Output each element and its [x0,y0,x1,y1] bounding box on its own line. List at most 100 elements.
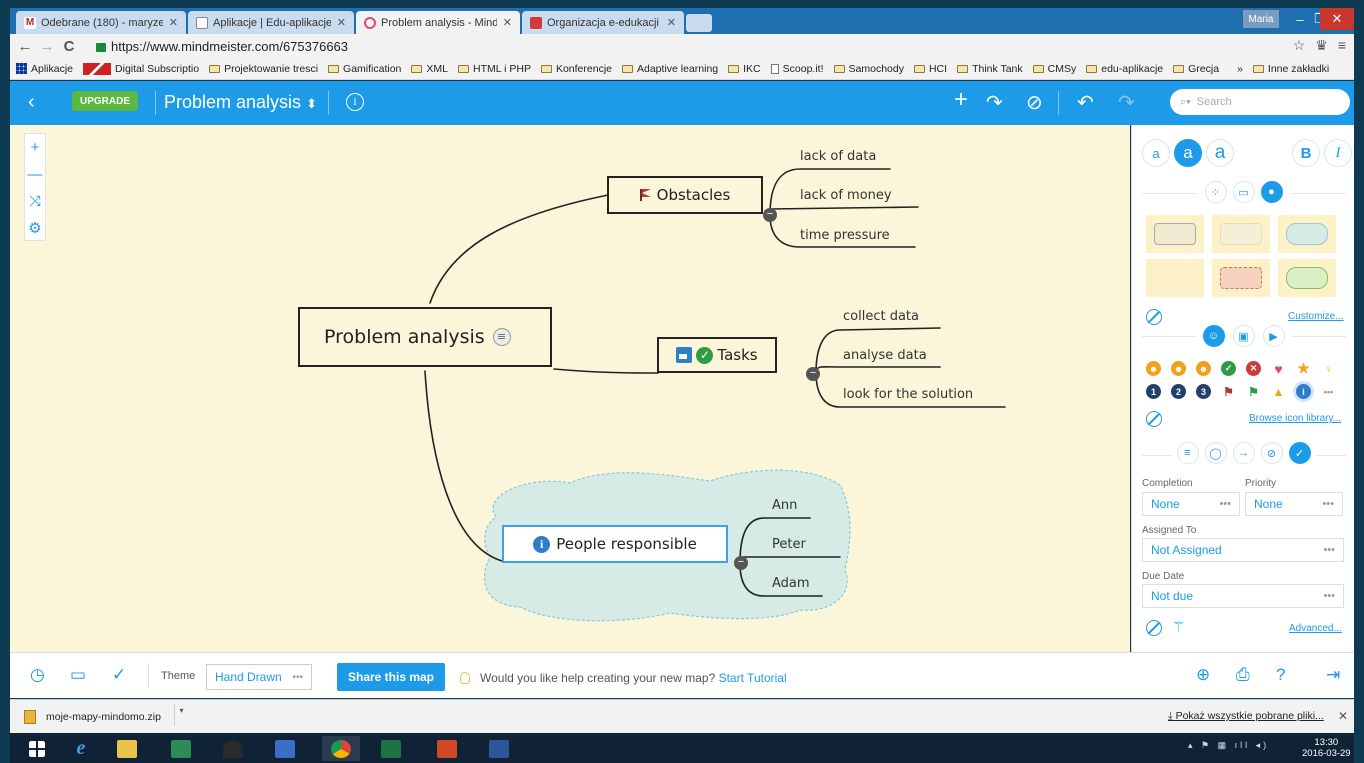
bookmark-folder[interactable]: HCI [913,63,947,75]
browse-icon-library-link[interactable]: Browse icon library... [1249,413,1341,424]
forward-arrow-icon[interactable]: → [36,38,58,55]
app-window-icon[interactable] [266,736,304,761]
topic-analyse-data[interactable]: analyse data [843,348,927,363]
close-download-shelf-icon[interactable]: ✕ [1338,709,1348,723]
number-2-icon[interactable]: 2 [1171,384,1186,399]
help-icon[interactable]: ? [1276,665,1285,685]
green-flag-icon[interactable]: ⚑ [1246,384,1261,399]
bookmarks-overflow-button[interactable]: » [1237,63,1243,75]
bulb-icon[interactable]: ♀ [1321,361,1336,376]
collapse-toggle[interactable]: − [763,208,777,222]
back-chevron-icon[interactable]: ‹ [28,91,35,114]
tasks-check-icon[interactable]: ✓ [112,665,126,685]
start-tutorial-link[interactable]: Start Tutorial [719,671,787,685]
priority-select[interactable]: None ••• [1245,492,1343,516]
warning-icon[interactable]: ▲ [1271,384,1286,399]
bookmark-folder[interactable]: Samochody [833,63,904,75]
system-tray[interactable]: ▴ ⚑ ▦ ıll ◂) [1188,740,1269,751]
download-icon[interactable]: ⊕ [1196,665,1210,685]
close-tab-icon[interactable]: ✕ [503,16,512,29]
customize-link[interactable]: Customize... [1288,311,1344,322]
borders-tab-icon[interactable]: ● [1260,181,1283,203]
topic-adam[interactable]: Adam [772,576,810,591]
new-tab-button[interactable] [686,14,712,32]
topic-tasks[interactable]: ✓ Tasks [657,337,777,373]
connect-icon[interactable]: ↷ [986,90,1003,115]
bookmark-folder[interactable]: Gamification [328,63,401,75]
close-tab-icon[interactable]: ✕ [667,16,676,29]
topic-peter[interactable]: Peter [772,537,806,552]
assigned-select[interactable]: Not Assigned ••• [1142,538,1344,562]
browser-tab-organizacja[interactable]: Organizacja e-edukacji ✕ [522,11,684,34]
show-all-downloads-link[interactable]: ⤓ Pokaż wszystkie pobrane pliki... [1168,710,1324,723]
task-check-tab-icon[interactable]: ✓ [1288,442,1311,464]
download-item[interactable]: moje-mapy-mindomo.zip [16,705,196,729]
undo-icon[interactable]: ↶ [1077,90,1094,115]
shape-option-cloud-blue[interactable] [1278,215,1336,253]
browser-tab-aplikacje[interactable]: Aplikacje | Edu-aplikacje ✕ [188,11,354,34]
heart-icon[interactable]: ♥ [1271,361,1286,377]
bookmark-folder[interactable]: CMSy [1032,63,1076,75]
store-icon[interactable] [162,736,200,761]
topic-lack-of-money[interactable]: lack of money [800,188,892,203]
more-icons-icon[interactable]: ••• [1321,384,1336,399]
number-3-icon[interactable]: 3 [1196,384,1211,399]
shape-option-dotted[interactable] [1212,259,1270,297]
history-icon[interactable]: ◷ [30,665,45,685]
number-1-icon[interactable]: 1 [1146,384,1161,399]
shapes-tab-icon[interactable]: ▭ [1232,181,1255,203]
font-medium-button[interactable]: a [1174,139,1202,167]
magic-wand-icon[interactable]: ⚚ [1172,618,1185,636]
info-icon[interactable]: i [1296,384,1311,399]
red-flag-icon[interactable]: ⚑ [1221,384,1236,399]
sad-icon[interactable]: ☻ [1196,361,1211,376]
topic-time-pressure[interactable]: time pressure [800,228,890,243]
topic-collect-data[interactable]: collect data [843,309,919,324]
font-small-button[interactable]: a [1142,139,1170,167]
shape-option-cloud-green[interactable] [1278,259,1336,297]
bookmark-folder[interactable]: Adaptive learning [622,63,718,75]
collapse-toggle[interactable]: − [734,556,748,570]
link-arrow-tab-icon[interactable]: → [1232,442,1255,464]
map-info-icon[interactable]: i [346,93,364,111]
shape-option-plain[interactable] [1212,215,1270,253]
presentation-icon[interactable]: ▭ [70,665,86,685]
completion-select[interactable]: None ••• [1142,492,1240,516]
notes-icon[interactable]: ≡ [492,328,511,346]
neutral-icon[interactable]: ☻ [1171,361,1186,376]
delete-icon[interactable]: ⊘ [1026,90,1043,115]
topic-lack-of-data[interactable]: lack of data [800,149,876,164]
bookmark-folder[interactable]: Think Tank [957,63,1023,75]
advanced-link[interactable]: Advanced... [1289,623,1342,634]
close-tab-icon[interactable]: ✕ [169,16,178,29]
bookmark-apps[interactable]: Aplikacje [16,63,73,75]
internet-explorer-icon[interactable]: e [62,736,100,761]
bookmark-folder[interactable]: Projektowanie tresci [209,63,318,75]
chrome-icon[interactable] [322,736,360,761]
comment-tab-icon[interactable]: ◯ [1204,442,1227,464]
bookmark-folder[interactable]: edu-aplikacje [1086,63,1163,75]
topic-people-responsible[interactable]: i People responsible [502,525,728,563]
due-date-field[interactable]: Not due ••• [1142,584,1344,608]
mindmap-canvas[interactable]: + — ⤨ ⚙ Problem analysis ≡ Obstacles − l… [10,125,1130,652]
smile-icon[interactable]: ☻ [1146,361,1161,376]
system-clock[interactable]: 13:30 2016-03-29 [1302,737,1351,759]
emoji-tab-icon[interactable]: ☺ [1202,325,1225,347]
theme-select[interactable]: Hand Drawn ••• [206,664,312,690]
exit-icon[interactable]: ⇥ [1326,665,1340,685]
collapse-toggle[interactable]: − [806,367,820,381]
star-icon[interactable]: ☆ [1293,37,1306,54]
star-icon[interactable]: ★ [1296,360,1311,376]
bookmark-folder[interactable]: Konferencje [540,63,612,75]
bookmark-other[interactable]: Inne zakładki [1252,63,1329,75]
excel-icon[interactable] [372,736,410,761]
chain-link-tab-icon[interactable]: ⊘ [1260,442,1283,464]
word-icon[interactable] [480,736,518,761]
no-icon-icon[interactable] [1146,411,1162,427]
extension-icon[interactable]: ♛ [1315,37,1328,54]
bookmark-digital[interactable]: Digital Subscriptio [83,62,199,75]
windows-start-icon[interactable] [18,736,56,761]
profile-button[interactable]: Maria [1243,10,1279,28]
close-window-icon[interactable]: ✕ [1320,8,1354,30]
app-hat-icon[interactable] [214,736,252,761]
